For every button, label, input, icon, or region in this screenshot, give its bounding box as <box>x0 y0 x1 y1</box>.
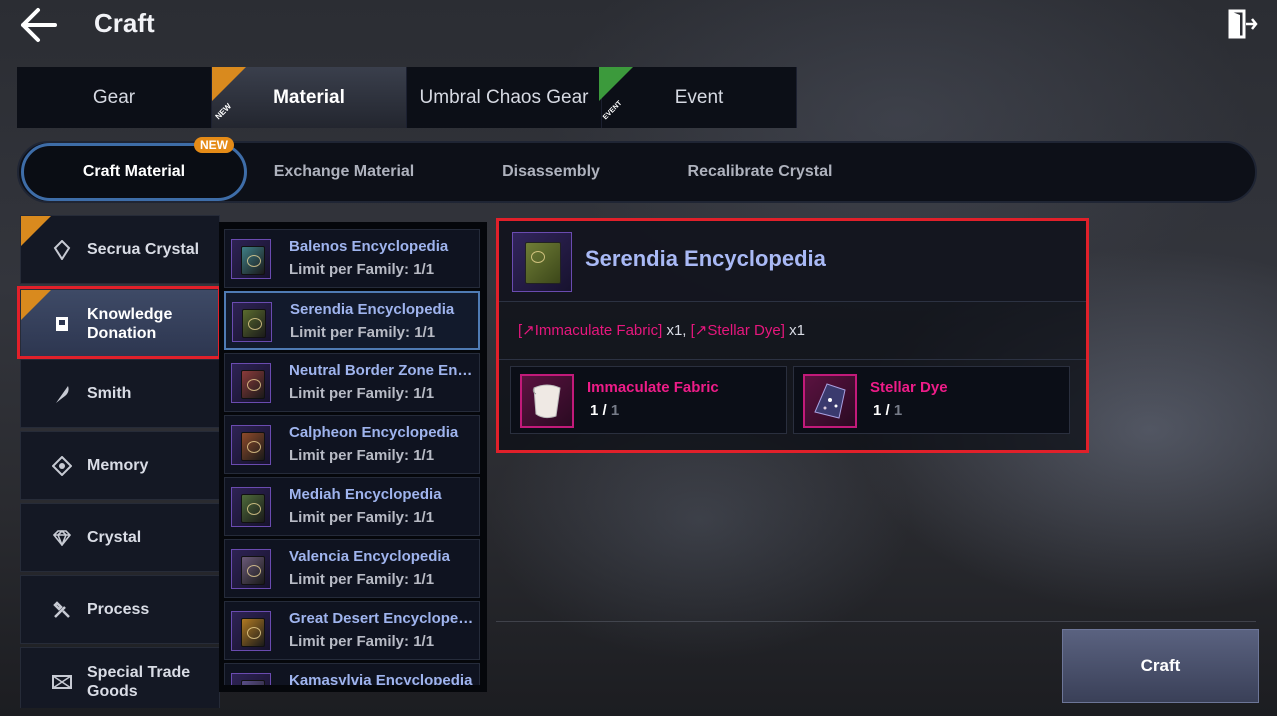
material-count: 1 / 1 <box>590 402 620 419</box>
material-name: Immaculate Fabric <box>587 379 719 396</box>
recipe-name: Valencia Encyclopedia <box>289 548 450 565</box>
diamond-icon <box>51 527 73 549</box>
memory-icon <box>51 455 73 477</box>
material-count: 1 / 1 <box>873 402 903 419</box>
subtab-recalibrate-crystal[interactable]: Recalibrate Crystal <box>675 143 845 201</box>
encyclopedia-book-icon <box>231 611 271 651</box>
event-corner-badge: EVENT <box>599 67 633 121</box>
encyclopedia-book-icon <box>231 425 271 465</box>
fabric-scroll-icon <box>520 374 574 428</box>
encyclopedia-book-icon <box>231 549 271 589</box>
tab-umbral-chaos-gear[interactable]: Umbral Chaos Gear <box>407 67 602 128</box>
recipe-list[interactable]: Balenos Encyclopedia Limit per Family: 1/… <box>224 229 480 685</box>
category-smith[interactable]: Smith <box>20 359 220 428</box>
subtab-exchange-material[interactable]: Exchange Material <box>259 143 429 201</box>
recipe-item[interactable]: Mediah Encyclopedia Limit per Family: 1/1 <box>224 477 480 536</box>
recipe-detail-panel: Serendia Encyclopedia [↗Immaculate Fabri… <box>496 218 1089 453</box>
new-badge: NEW <box>194 137 234 153</box>
recipe-item[interactable]: Balenos Encyclopedia Limit per Family: 1/… <box>224 229 480 288</box>
encyclopedia-book-icon <box>231 487 271 527</box>
divider <box>499 359 1086 360</box>
recipe-name: Balenos Encyclopedia <box>289 238 449 255</box>
exit-button[interactable] <box>1226 8 1258 40</box>
stellar-dye-link[interactable]: [↗Stellar Dye] <box>691 322 785 339</box>
main-tab-bar: Gear NEW Material Umbral Chaos Gear EVEN… <box>17 67 800 128</box>
tools-icon <box>51 599 73 621</box>
recipe-item[interactable]: Kamasylvia EncyclopediaLimit per Family:… <box>224 663 480 685</box>
feather-icon <box>51 383 73 405</box>
divider <box>496 621 1256 622</box>
stellar-dye-icon <box>803 374 857 428</box>
recipe-limit: Limit per Family: 1/1 <box>289 385 435 402</box>
recipe-name: Calpheon Encyclopedia <box>289 424 459 441</box>
serendia-encyclopedia-icon <box>512 232 572 292</box>
recipe-name: Kamasylvia Encyclopedia <box>289 672 473 685</box>
recipe-item[interactable]: Calpheon Encyclopedia Limit per Family: 1… <box>224 415 480 474</box>
recipe-list-panel: Balenos Encyclopedia Limit per Family: 1/… <box>219 222 487 692</box>
back-arrow-icon <box>21 8 57 42</box>
crate-icon <box>51 671 73 693</box>
recipe-limit: Limit per Family: 1/1 <box>290 324 436 341</box>
recipe-item[interactable]: Neutral Border Zone Enc... Limit per Fami… <box>224 353 480 412</box>
new-corner-badge: NEW <box>212 67 246 121</box>
immaculate-fabric-link[interactable]: [↗Immaculate Fabric] <box>518 322 662 339</box>
subtab-disassembly[interactable]: Disassembly <box>469 143 633 201</box>
tab-gear[interactable]: Gear <box>17 67 212 128</box>
selection-highlight <box>17 286 221 359</box>
category-memory[interactable]: Memory <box>20 431 220 500</box>
encyclopedia-book-icon <box>232 302 272 342</box>
new-corner-badge <box>21 216 51 246</box>
page-title: Craft <box>94 8 155 38</box>
recipe-limit: Limit per Family: 1/1 <box>289 509 435 526</box>
recipe-name: Great Desert Encyclopedia <box>289 610 477 627</box>
crystal-icon <box>51 239 73 261</box>
recipe-limit: Limit per Family: 1/1 <box>289 447 435 464</box>
recipe-item[interactable]: Great Desert Encyclopedia Limit per Famil… <box>224 601 480 660</box>
category-crystal[interactable]: Crystal <box>20 503 220 572</box>
back-button[interactable] <box>18 6 58 44</box>
recipe-name: Neutral Border Zone Enc... <box>289 362 477 379</box>
craft-button[interactable]: Craft <box>1062 629 1259 703</box>
recipe-limit: Limit per Family: 1/1 <box>289 571 435 588</box>
tab-material[interactable]: NEW Material <box>212 67 407 128</box>
category-process[interactable]: Process <box>20 575 220 644</box>
category-secrua-crystal[interactable]: Secrua Crystal <box>20 215 220 284</box>
encyclopedia-book-icon <box>231 239 271 279</box>
recipe-item[interactable]: Valencia Encyclopedia Limit per Family: 1… <box>224 539 480 598</box>
material-slot-immaculate-fabric[interactable]: Immaculate Fabric 1 / 1 <box>510 366 787 434</box>
detail-title: Serendia Encyclopedia <box>585 246 826 271</box>
recipe-name: Mediah Encyclopedia <box>289 486 442 503</box>
encyclopedia-book-icon <box>231 363 271 403</box>
material-slot-stellar-dye[interactable]: Stellar Dye 1 / 1 <box>793 366 1070 434</box>
encyclopedia-book-icon <box>231 673 271 685</box>
exit-door-icon <box>1228 9 1258 39</box>
recipe-name: Serendia Encyclopedia <box>290 301 455 318</box>
detail-header: Serendia Encyclopedia <box>499 221 1086 302</box>
requirements-line: [↗Immaculate Fabric] x1, [↗Stellar Dye] … <box>518 322 805 339</box>
recipe-limit: Limit per Family: 1/1 <box>289 261 435 278</box>
material-name: Stellar Dye <box>870 379 948 396</box>
recipe-limit: Limit per Family: 1/1 <box>289 633 435 650</box>
recipe-item[interactable]: Serendia Encyclopedia Limit per Family: 1… <box>224 291 480 350</box>
tab-event[interactable]: EVENT Event <box>599 67 797 128</box>
category-special-trade-goods[interactable]: Special Trade Goods <box>20 647 220 708</box>
